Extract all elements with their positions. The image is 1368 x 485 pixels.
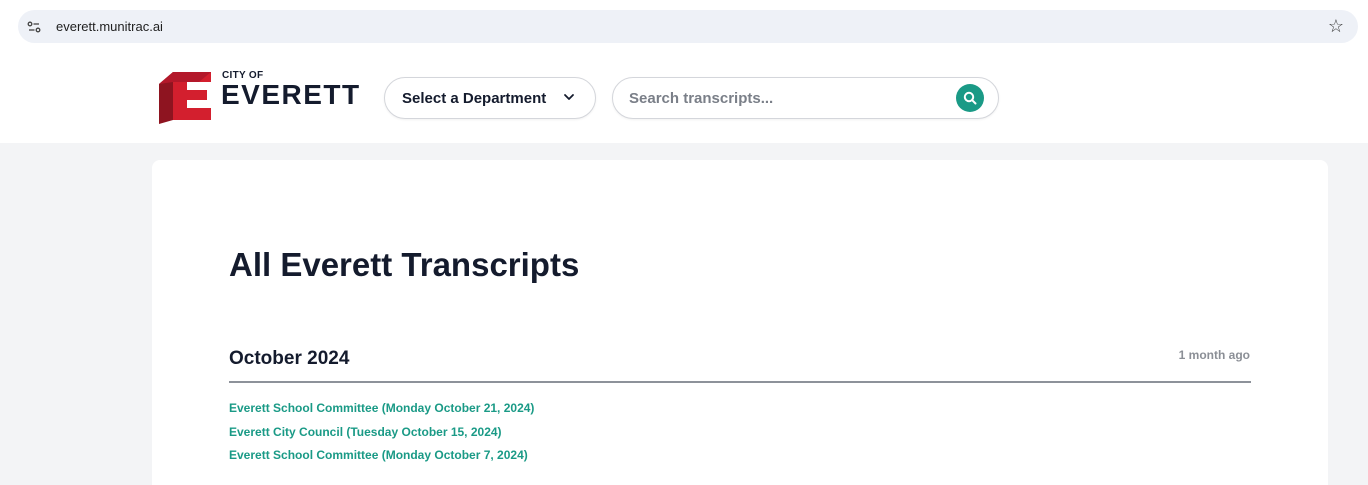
- transcript-link[interactable]: Everett School Committee (Monday October…: [229, 400, 929, 416]
- site-header: CITY OF EVERETT Select a Department: [0, 52, 1368, 143]
- city-logo[interactable]: CITY OF EVERETT: [159, 68, 359, 124]
- chevron-down-icon: [564, 94, 574, 100]
- search-input[interactable]: [629, 87, 939, 109]
- star-icon[interactable]: ☆: [1326, 16, 1346, 36]
- transcript-list: Everett School Committee (Monday October…: [229, 400, 929, 471]
- url-text[interactable]: everett.munitrac.ai: [56, 18, 163, 35]
- logo-city-name: EVERETT: [221, 79, 361, 110]
- department-select-label: Select a Department: [402, 90, 547, 107]
- site-info-icon[interactable]: [26, 19, 42, 35]
- address-bar[interactable]: everett.munitrac.ai ☆: [18, 10, 1358, 43]
- transcript-link[interactable]: Everett School Committee (Monday October…: [229, 447, 929, 463]
- transcript-link[interactable]: Everett City Council (Tuesday October 15…: [229, 424, 929, 440]
- search-box: [612, 77, 999, 119]
- everett-logo-mark-icon: [159, 72, 211, 124]
- search-button[interactable]: [956, 84, 984, 112]
- month-heading: October 2024: [229, 348, 350, 369]
- department-select[interactable]: Select a Department: [384, 77, 596, 119]
- month-relative-age: 1 month ago: [1178, 348, 1250, 362]
- browser-toolbar: everett.munitrac.ai ☆: [0, 0, 1368, 52]
- search-icon: [963, 91, 977, 105]
- page-title: All Everett Transcripts: [229, 246, 580, 283]
- month-divider: [229, 381, 1251, 383]
